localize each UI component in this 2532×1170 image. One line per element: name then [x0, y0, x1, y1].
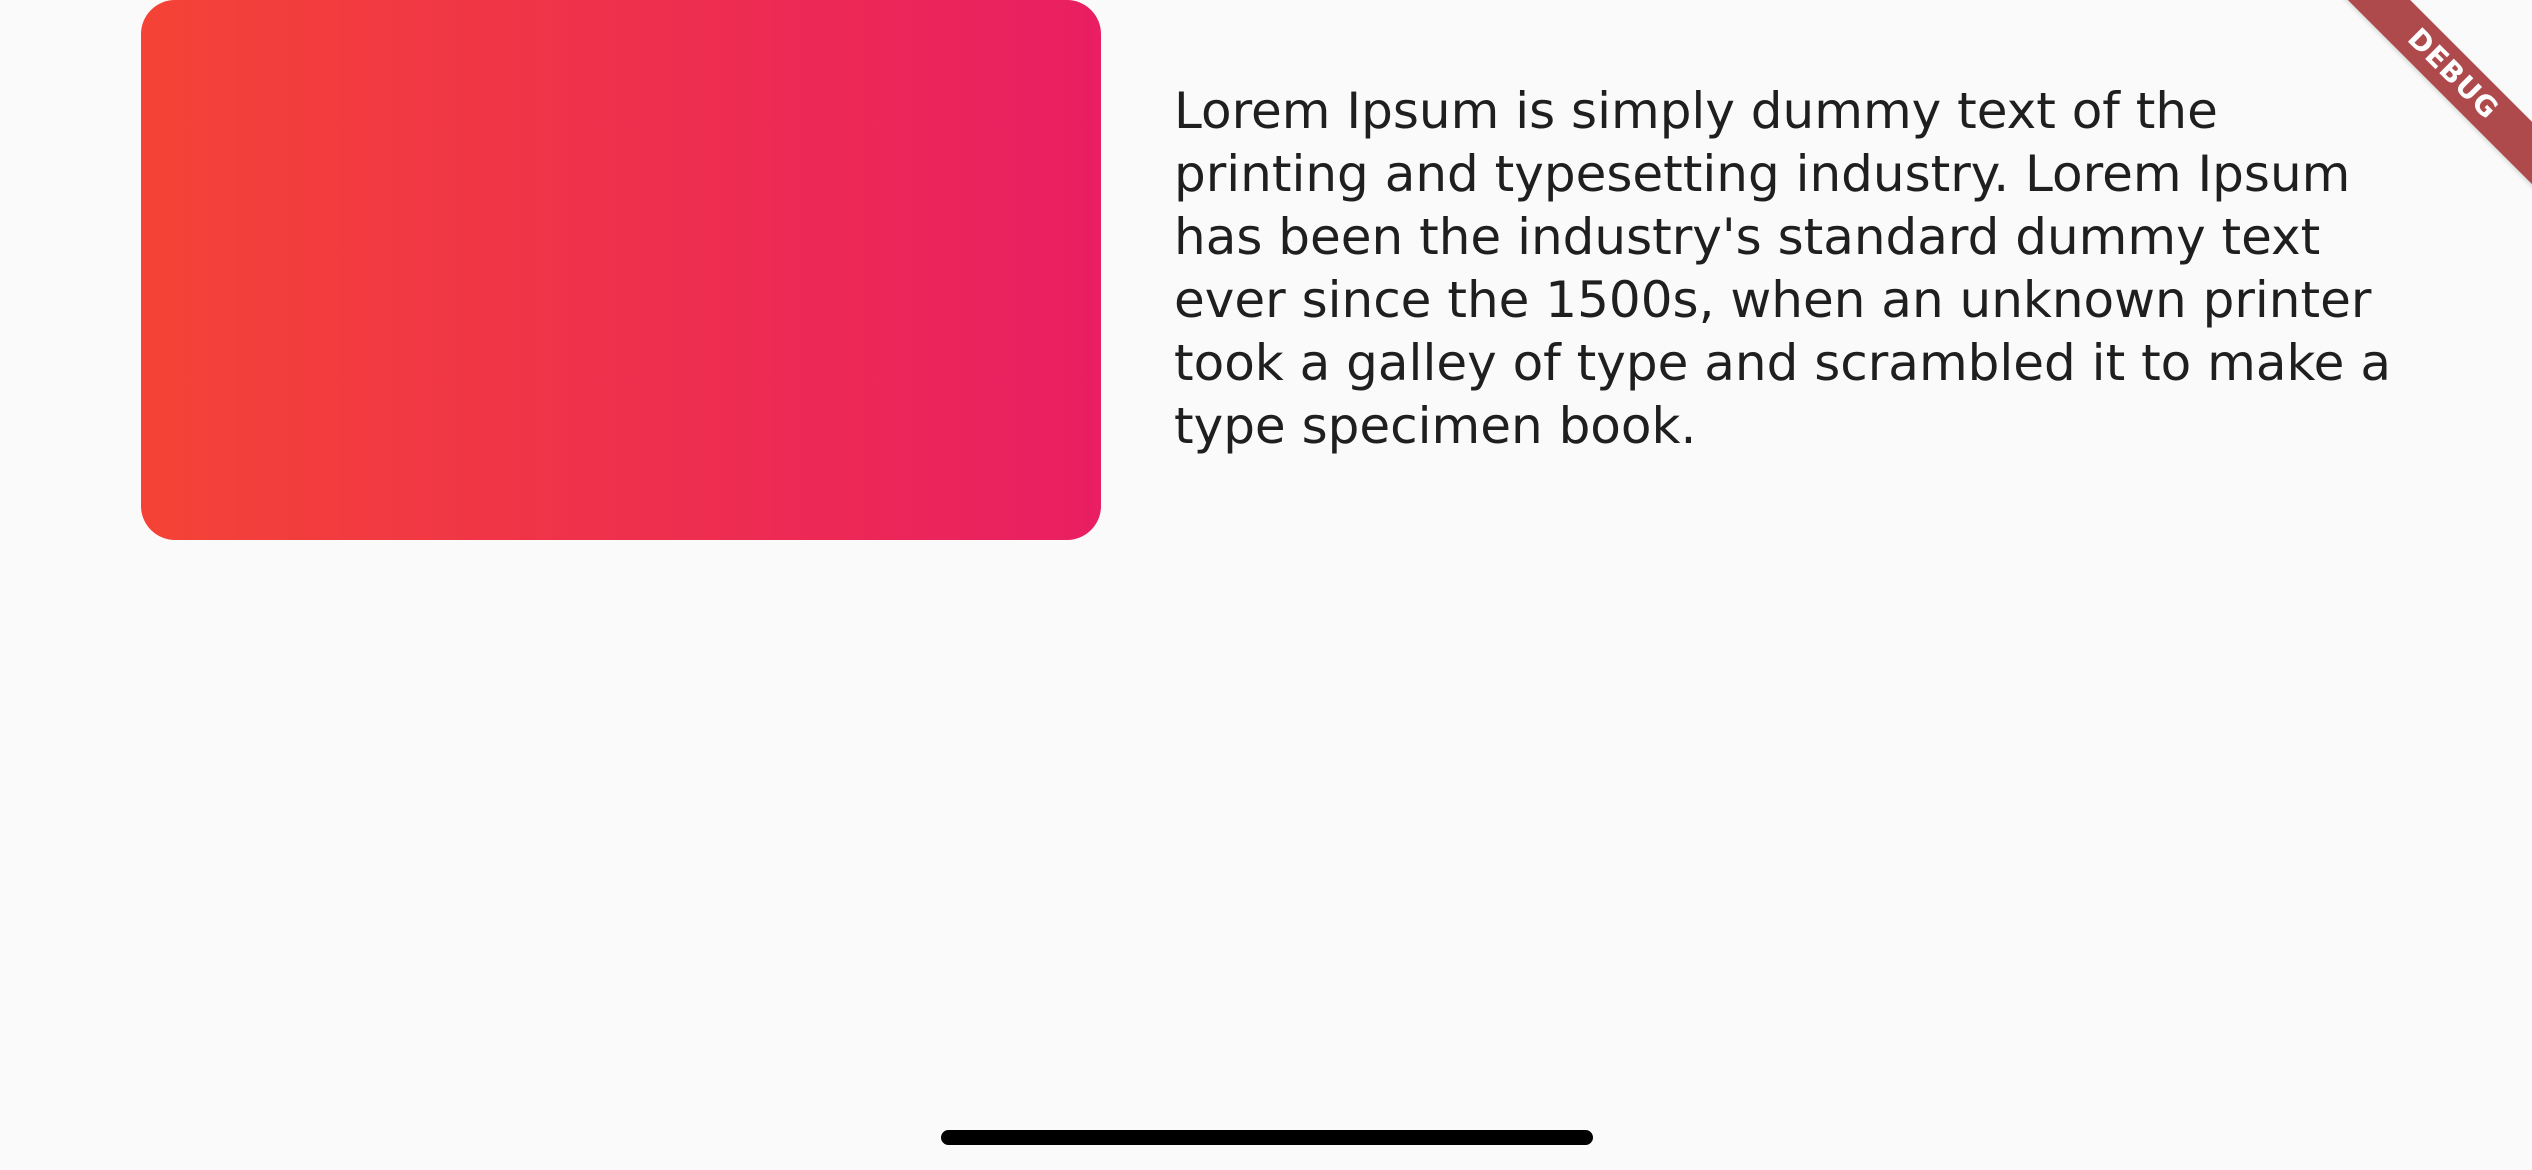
home-indicator[interactable]: [941, 1130, 1593, 1145]
body-text: Lorem Ipsum is simply dummy text of the …: [1174, 82, 2391, 455]
gradient-card: [141, 0, 1101, 540]
debug-banner-label: DEBUG: [2332, 0, 2532, 200]
debug-banner: DEBUG: [2332, 0, 2532, 200]
